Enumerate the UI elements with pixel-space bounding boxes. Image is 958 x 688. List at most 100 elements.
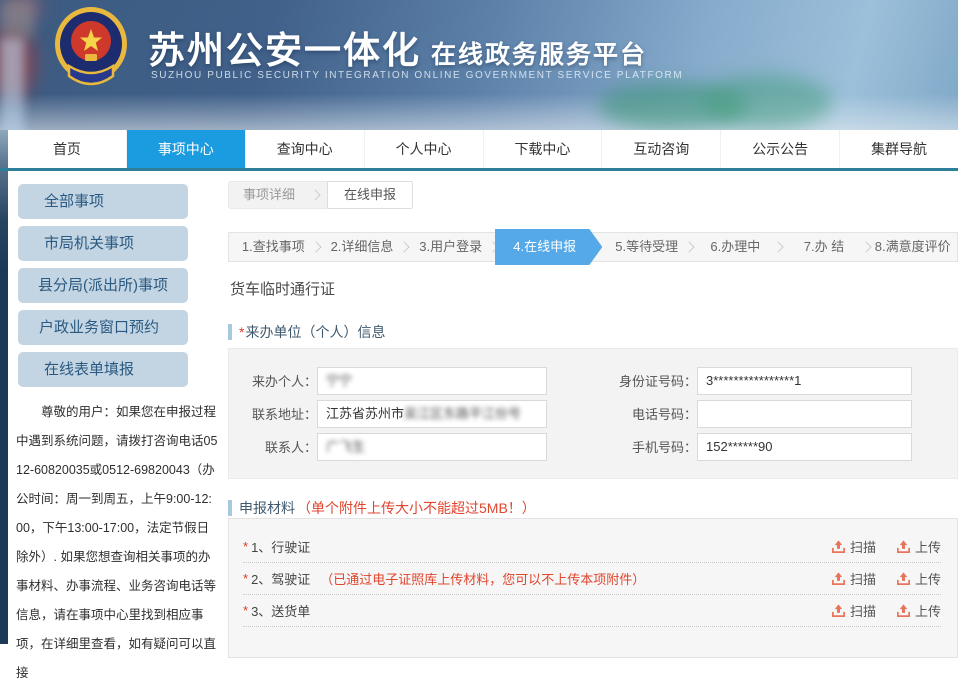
sidebar-item-county-branch-matters[interactable]: 县分局(派出所)事项 <box>18 268 188 303</box>
scan-label: 扫描 <box>850 569 876 588</box>
mobile-label: 手机号码： <box>547 437 697 456</box>
sidebar-item-all-matters[interactable]: 全部事项 <box>18 184 188 219</box>
telephone-label: 电话号码： <box>547 404 697 423</box>
step-label: 7.办 结 <box>804 239 844 254</box>
id-number-field[interactable]: 3****************1 <box>697 367 912 395</box>
page-left-edge <box>0 130 8 644</box>
breadcrumb-item-online-apply[interactable]: 在线申报 <box>327 181 413 209</box>
material-label: 1、行驶证 <box>251 537 310 556</box>
id-number-label: 身份证号码： <box>547 371 697 390</box>
breadcrumb-item-detail[interactable]: 事项详细 <box>229 182 309 208</box>
step-5-await-acceptance: 5.等待受理 <box>602 233 691 261</box>
upload-icon <box>896 603 911 618</box>
upload-icon <box>831 571 846 586</box>
page-title: 货车临时通行证 <box>230 278 335 299</box>
id-number-value: 3****************1 <box>706 373 801 388</box>
materials-list: * 1、行驶证 扫描 上传 * 2、驾驶证 （已通过电子证照库上传材料，您可以不… <box>228 518 958 658</box>
materials-size-limit-note: （单个附件上传大小不能超过5MB！） <box>297 498 536 518</box>
material-actions: 扫描 上传 <box>831 601 941 620</box>
photo-pagoda <box>0 0 34 38</box>
material-actions: 扫描 上传 <box>831 569 941 588</box>
step-6-processing: 6.办理中 <box>691 233 780 261</box>
sidebar-item-household-window-appointment[interactable]: 户政业务窗口预约 <box>18 310 188 345</box>
step-3-user-login: 3.用户登录 <box>406 233 495 261</box>
required-asterisk: * <box>243 571 248 586</box>
address-clear-part: 江苏省苏州市 <box>326 406 404 421</box>
nav-item-cluster-nav[interactable]: 集群导航 <box>840 130 958 168</box>
material-row-driver-license: * 2、驾驶证 （已通过电子证照库上传材料，您可以不上传本项附件） 扫描 上传 <box>243 563 941 595</box>
step-8-satisfaction-rating: 8.满意度评价 <box>868 233 957 261</box>
photo-building <box>0 38 24 130</box>
material-label: 2、驾驶证 <box>251 569 310 588</box>
site-title-sub: 在线政务服务平台 <box>431 41 647 69</box>
step-label: 5.等待受理 <box>615 239 678 254</box>
site-title: 苏州公安一体化在线政务服务平台 <box>148 20 647 74</box>
step-label: 2.详细信息 <box>331 239 394 254</box>
site-title-english: SUZHOU PUBLIC SECURITY INTEGRATION ONLIN… <box>151 70 683 81</box>
upload-icon <box>831 603 846 618</box>
nav-item-announcements[interactable]: 公示公告 <box>721 130 840 168</box>
material-note: （已通过电子证照库上传材料，您可以不上传本项附件） <box>320 569 645 588</box>
main-nav: 首页 事项中心 查询中心 个人中心 下载中心 互动咨询 公示公告 集群导航 <box>8 130 958 168</box>
mobile-value: 152******90 <box>706 439 773 454</box>
chevron-right-icon <box>309 189 320 200</box>
section-marker-bar <box>228 324 232 340</box>
contact-address-field[interactable]: 江苏省苏州市吴江区东路平江份号 <box>317 400 547 428</box>
required-asterisk: * <box>239 324 244 340</box>
material-row-driving-license: * 1、行驶证 扫描 上传 <box>243 531 941 563</box>
applicant-section-header: * 来办单位（个人）信息 <box>228 322 385 342</box>
nav-underline <box>0 168 958 171</box>
upload-button[interactable]: 上传 <box>896 569 941 588</box>
material-row-delivery-note: * 3、送货单 扫描 上传 <box>243 595 941 627</box>
material-label: 3、送货单 <box>251 601 310 620</box>
nav-item-matters-center[interactable]: 事项中心 <box>127 130 246 168</box>
progress-steps: 1.查找事项 2.详细信息 3.用户登录 4.在线申报 5.等待受理 6.办理中… <box>228 232 958 262</box>
nav-item-personal-center[interactable]: 个人中心 <box>365 130 484 168</box>
form-row: 联系人： 广飞生 手机号码： 152******90 <box>229 430 957 463</box>
contact-person-label: 联系人： <box>229 437 317 456</box>
applicant-name-field[interactable]: 宁宁 <box>317 367 547 395</box>
material-actions: 扫描 上传 <box>831 537 941 556</box>
step-label: 4.在线申报 <box>513 239 576 254</box>
mobile-field[interactable]: 152******90 <box>697 433 912 461</box>
applicant-name-label: 来办个人： <box>229 371 317 390</box>
masked-value: 宁宁 <box>326 373 352 388</box>
upload-label: 上传 <box>915 569 941 588</box>
site-header: 苏州公安一体化在线政务服务平台 SUZHOU PUBLIC SECURITY I… <box>0 0 958 130</box>
scan-button[interactable]: 扫描 <box>831 601 876 620</box>
masked-value: 吴江区东路平江份号 <box>404 406 521 421</box>
sidebar-item-online-form-fill[interactable]: 在线表单填报 <box>18 352 188 387</box>
applicant-section-title: 来办单位（个人）信息 <box>245 322 385 342</box>
section-marker-bar <box>228 500 232 516</box>
breadcrumb: 事项详细 在线申报 <box>228 181 413 209</box>
contact-address-label: 联系地址： <box>229 404 317 423</box>
upload-button[interactable]: 上传 <box>896 601 941 620</box>
step-label: 3.用户登录 <box>419 239 482 254</box>
required-asterisk: * <box>243 539 248 554</box>
nav-item-interactive-consult[interactable]: 互动咨询 <box>602 130 721 168</box>
applicant-form: 来办个人： 宁宁 身份证号码： 3****************1 联系地址：… <box>228 348 958 479</box>
contact-person-field[interactable]: 广飞生 <box>317 433 547 461</box>
main-content: 事项详细 在线申报 1.查找事项 2.详细信息 3.用户登录 4.在线申报 5.… <box>228 181 958 644</box>
upload-icon <box>896 539 911 554</box>
telephone-field[interactable] <box>697 400 912 428</box>
scan-button[interactable]: 扫描 <box>831 569 876 588</box>
upload-icon <box>896 571 911 586</box>
nav-item-query-center[interactable]: 查询中心 <box>246 130 365 168</box>
nav-item-download-center[interactable]: 下载中心 <box>484 130 603 168</box>
materials-section-title: 申报材料 <box>239 498 295 518</box>
upload-button[interactable]: 上传 <box>896 537 941 556</box>
scan-label: 扫描 <box>850 601 876 620</box>
upload-icon <box>831 539 846 554</box>
form-row: 来办个人： 宁宁 身份证号码： 3****************1 <box>229 364 957 397</box>
site-title-main: 苏州公安一体化 <box>148 30 421 71</box>
scan-button[interactable]: 扫描 <box>831 537 876 556</box>
step-4-online-apply-active: 4.在线申报 <box>495 229 602 265</box>
photo-trees <box>702 74 832 129</box>
upload-label: 上传 <box>915 601 941 620</box>
upload-label: 上传 <box>915 537 941 556</box>
scan-label: 扫描 <box>850 537 876 556</box>
sidebar-item-city-bureau-matters[interactable]: 市局机关事项 <box>18 226 188 261</box>
materials-section-header: 申报材料 （单个附件上传大小不能超过5MB！） <box>228 498 536 518</box>
nav-item-home[interactable]: 首页 <box>8 130 127 168</box>
